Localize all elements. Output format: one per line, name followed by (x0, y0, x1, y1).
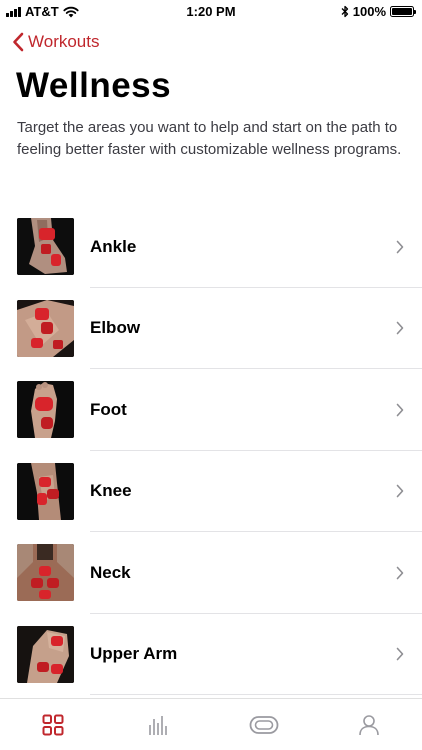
program-label: Knee (90, 481, 132, 501)
chevron-right-icon (396, 321, 404, 335)
bluetooth-icon (341, 5, 348, 18)
grid-icon (42, 714, 64, 735)
battery-fill (392, 8, 412, 15)
chevron-right-icon (396, 240, 404, 254)
back-label: Workouts (28, 32, 100, 51)
program-label: Elbow (90, 318, 141, 338)
chevron-right-icon (396, 403, 404, 417)
tab-profile[interactable] (317, 699, 422, 750)
program-item-knee[interactable]: Knee (0, 451, 422, 532)
upper-arm-thumbnail (17, 625, 74, 683)
profile-icon (359, 714, 380, 735)
status-right: 100% (341, 4, 416, 19)
neck-thumbnail (17, 544, 74, 602)
knee-thumbnail (17, 462, 74, 520)
battery-cap (414, 10, 416, 14)
page-title: Wellness (16, 66, 172, 105)
tab-workouts[interactable] (0, 699, 106, 750)
program-label: Ankle (90, 236, 137, 256)
program-item-neck[interactable]: Neck (0, 532, 422, 614)
program-label: Foot (90, 399, 127, 419)
back-button[interactable]: Workouts (12, 32, 100, 52)
foot-thumbnail (17, 381, 74, 439)
bar-chart-icon (149, 715, 168, 735)
row-divider (90, 694, 422, 695)
wellness-program-list: Ankle Elbow Foot Knee Neck Upper Arm (0, 206, 422, 695)
chevron-right-icon (396, 647, 404, 661)
chevron-right-icon (396, 566, 404, 580)
device-icon (249, 715, 279, 734)
tab-bar (0, 698, 422, 750)
tab-stats[interactable] (106, 699, 212, 750)
program-label: Upper Arm (90, 644, 178, 664)
program-item-ankle[interactable]: Ankle (0, 206, 422, 288)
tab-device[interactable] (211, 699, 317, 750)
chevron-right-icon (396, 484, 404, 498)
program-item-elbow[interactable]: Elbow (0, 288, 422, 369)
battery-icon (390, 6, 416, 17)
elbow-thumbnail (17, 299, 74, 357)
status-bar: AT&T 1:20 PM 100% (0, 0, 422, 24)
program-item-foot[interactable]: Foot (0, 369, 422, 451)
ankle-thumbnail (17, 218, 74, 276)
program-label: Neck (90, 562, 131, 582)
page-description: Target the areas you want to help and st… (17, 119, 402, 158)
program-item-upper-arm[interactable]: Upper Arm (0, 614, 422, 695)
chevron-left-icon (13, 32, 24, 52)
battery-percent: 100% (352, 4, 386, 19)
